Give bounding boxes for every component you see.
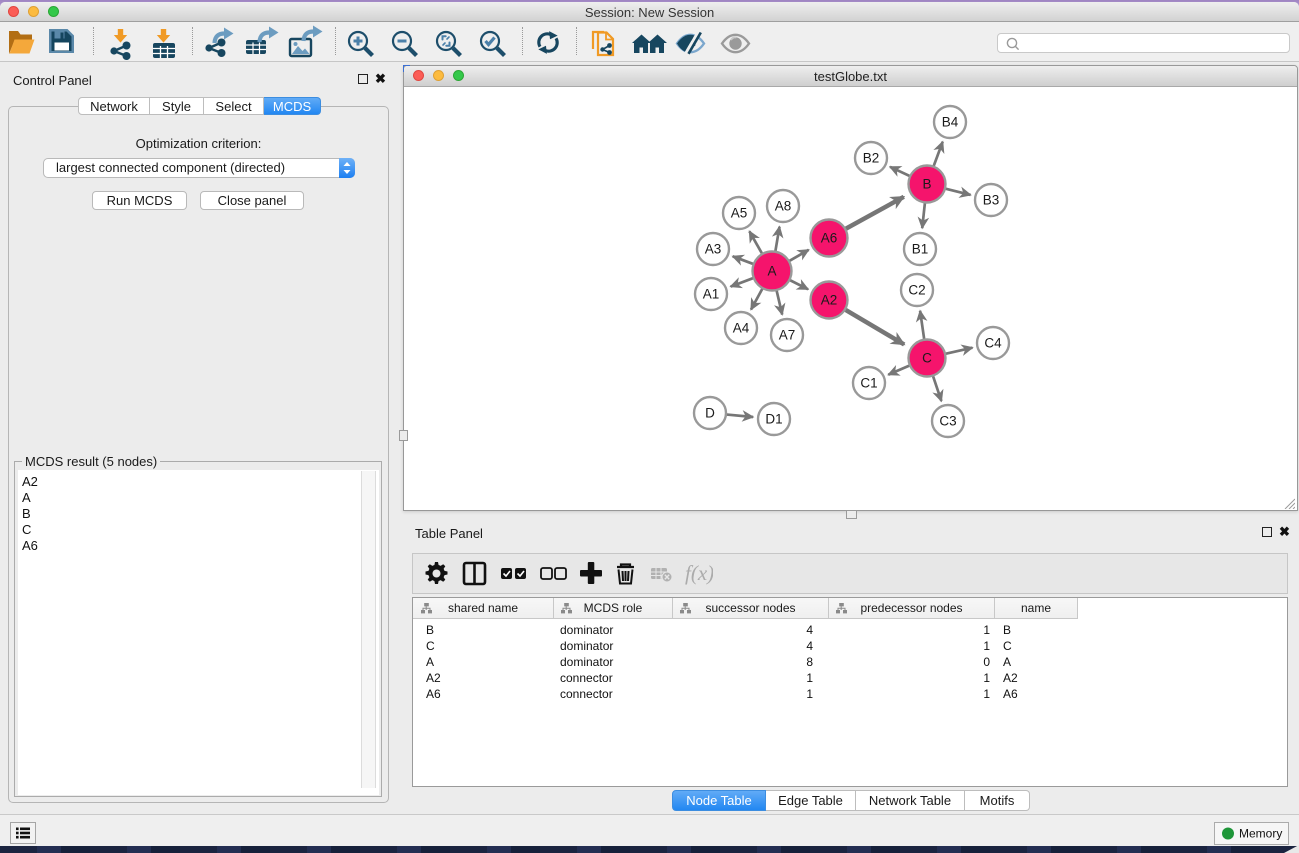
svg-text:B3: B3 xyxy=(983,193,1000,208)
svg-text:f(x): f(x) xyxy=(685,561,713,585)
svg-text:B4: B4 xyxy=(942,115,959,130)
svg-text:A6: A6 xyxy=(821,231,838,246)
svg-text:D1: D1 xyxy=(765,412,782,427)
svg-text:C2: C2 xyxy=(908,283,925,298)
svg-text:C3: C3 xyxy=(939,414,956,429)
svg-text:B1: B1 xyxy=(912,242,929,257)
svg-text:B2: B2 xyxy=(863,151,880,166)
svg-text:A7: A7 xyxy=(779,328,796,343)
svg-text:D: D xyxy=(705,406,715,421)
svg-text:C4: C4 xyxy=(984,336,1002,351)
svg-text:A2: A2 xyxy=(821,293,838,308)
svg-text:A4: A4 xyxy=(733,321,750,336)
svg-text:A1: A1 xyxy=(703,287,720,302)
svg-text:A5: A5 xyxy=(731,206,748,221)
svg-text:A3: A3 xyxy=(705,242,722,257)
svg-text:C: C xyxy=(922,351,932,366)
svg-text:A8: A8 xyxy=(775,199,792,214)
svg-text:A: A xyxy=(767,264,776,279)
svg-text:C1: C1 xyxy=(860,376,877,391)
svg-text:B: B xyxy=(922,177,931,192)
svg-text:Memory: Memory xyxy=(1239,827,1282,841)
